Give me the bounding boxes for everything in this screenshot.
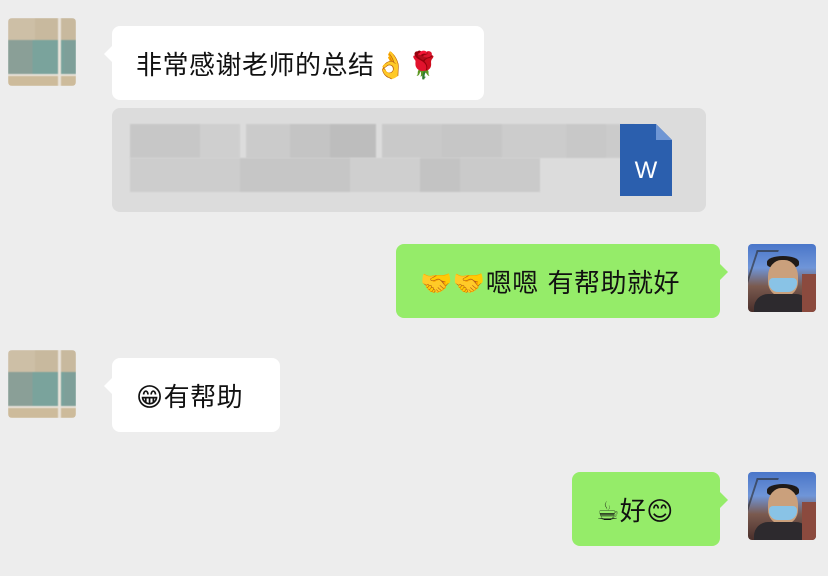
message-text: 🤝🤝嗯嗯 有帮助就好 (420, 268, 681, 299)
message-bubble-outgoing[interactable]: 🤝🤝嗯嗯 有帮助就好 (396, 244, 728, 318)
blurred-file-name (130, 124, 634, 158)
svg-text:W: W (635, 157, 658, 184)
contact-avatar[interactable] (8, 350, 76, 418)
selfie-avatar-image (748, 472, 816, 540)
bubble-tail (720, 492, 728, 508)
contact-avatar[interactable] (8, 18, 76, 86)
message-bubble-incoming[interactable]: 非常感谢老师的总结👌🌹 (104, 26, 484, 100)
file-message-card[interactable]: W (112, 108, 706, 212)
message-bubble-outgoing[interactable]: ☕好😊 (572, 472, 728, 546)
message-bubble-incoming[interactable]: 😁有帮助 (104, 358, 280, 432)
bubble-tail (104, 46, 112, 62)
blurred-file-meta (130, 158, 540, 192)
bubble-tail (104, 378, 112, 394)
bubble-tail (720, 264, 728, 280)
message-text: 非常感谢老师的总结👌🌹 (136, 50, 441, 81)
blurred-avatar-image (8, 18, 76, 86)
message-text: ☕好😊 (596, 496, 674, 527)
blurred-avatar-image (8, 350, 76, 418)
message-text: 😁有帮助 (136, 382, 244, 413)
self-avatar[interactable] (748, 244, 816, 312)
selfie-avatar-image (748, 244, 816, 312)
self-avatar[interactable] (748, 472, 816, 540)
word-document-icon: W (620, 124, 672, 196)
